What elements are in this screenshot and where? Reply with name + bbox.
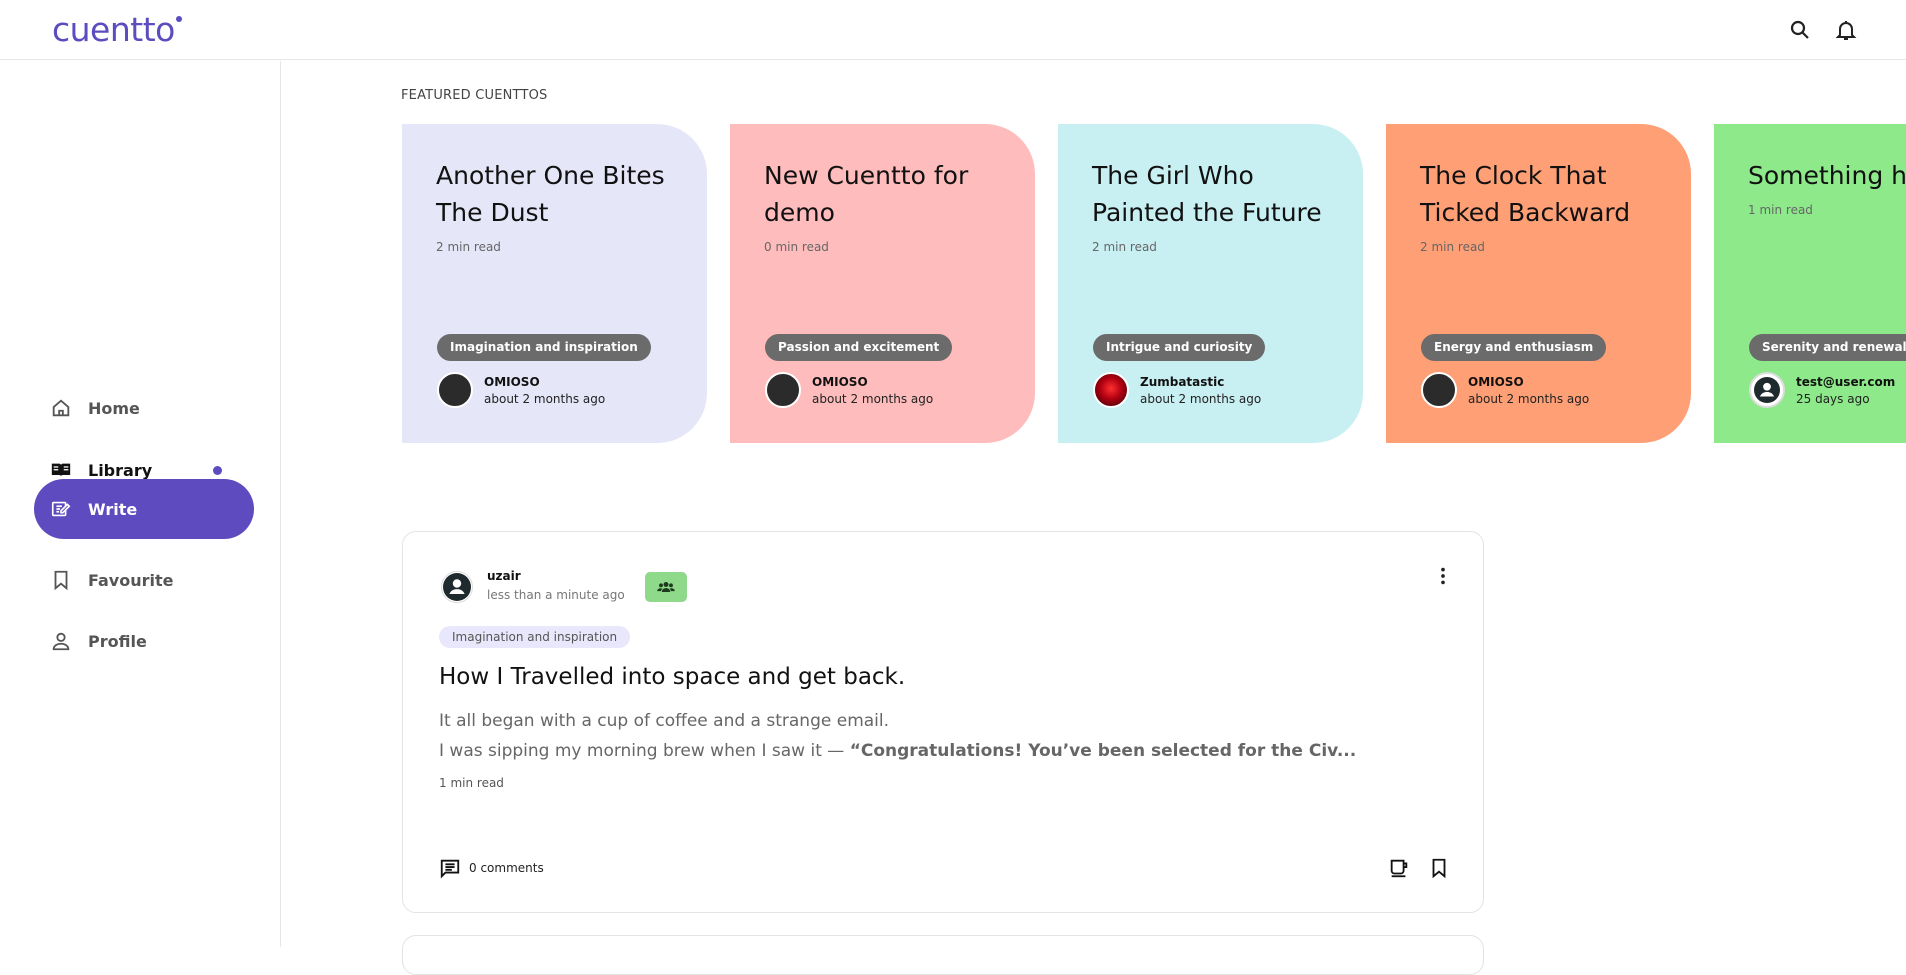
- mood-tag: Energy and enthusiasm: [1421, 334, 1607, 361]
- publish-date: about 2 months ago: [812, 391, 934, 406]
- bookmark-icon: [54, 570, 68, 591]
- post-title[interactable]: How I Travelled into space and get back.: [439, 664, 905, 690]
- featured-card[interactable]: The Clock That Ticked Backward 2 min rea…: [1386, 124, 1691, 443]
- sidebar-item-label: Library: [88, 460, 153, 480]
- mood-tag: Imagination and inspiration: [437, 334, 651, 361]
- featured-carousel: Another One Bites The Dust 2 min read Im…: [402, 124, 1906, 444]
- read-time: 2 min read: [1092, 240, 1157, 254]
- user-placeholder-icon: [443, 573, 471, 601]
- sidebar-item-label: Home: [88, 398, 140, 418]
- read-time: 1 min read: [439, 776, 504, 790]
- mood-tag: Passion and excitement: [765, 334, 953, 361]
- author-info: OMIOSO about 2 months ago: [1421, 372, 1589, 408]
- sidebar-item-home[interactable]: Home: [34, 378, 254, 438]
- avatar[interactable]: [441, 571, 473, 603]
- comments-button[interactable]: 0 comments: [439, 857, 544, 879]
- book-open-icon: [51, 463, 71, 477]
- avatar: [765, 372, 801, 408]
- author-info: Zumbatastic about 2 months ago: [1093, 372, 1261, 408]
- excerpt-line: I was sipping my morning brew when I saw…: [439, 741, 1357, 761]
- publish-date: about 2 months ago: [1468, 391, 1590, 406]
- author-name: OMIOSO: [812, 374, 868, 389]
- group-badge: [645, 572, 687, 602]
- mood-tag: Serenity and renewal: [1749, 334, 1906, 361]
- featured-card-title: Something he must be read: [1748, 161, 1906, 190]
- read-time: 1 min read: [1748, 203, 1813, 217]
- sidebar-item-favourite[interactable]: Favourite: [34, 550, 254, 610]
- write-button[interactable]: Write: [34, 479, 254, 539]
- post-card[interactable]: [402, 935, 1484, 975]
- featured-card[interactable]: The Girl Who Painted the Future 2 min re…: [1058, 124, 1363, 443]
- mood-tag: Intrigue and curiosity: [1093, 334, 1266, 361]
- excerpt-line: It all began with a cup of coffee and a …: [439, 711, 890, 731]
- featured-card-title: Another One Bites The Dust: [436, 161, 665, 227]
- author-info: OMIOSO about 2 months ago: [765, 372, 933, 408]
- sidebar-item-profile[interactable]: Profile: [34, 611, 254, 671]
- unread-dot: [213, 465, 222, 475]
- sidebar: Home Library Write Favourite Profile: [0, 61, 281, 947]
- featured-card-title: New Cuentto for demo: [764, 161, 969, 227]
- avatar: [437, 372, 473, 408]
- featured-card-title: The Clock That Ticked Backward: [1420, 161, 1631, 227]
- featured-card[interactable]: Something he must be read 1 min read Ser…: [1714, 124, 1906, 443]
- post-excerpt: It all began with a cup of coffee and a …: [439, 706, 1439, 766]
- publish-date: about 2 months ago: [484, 391, 606, 406]
- featured-card[interactable]: Another One Bites The Dust 2 min read Im…: [402, 124, 707, 443]
- user-placeholder-icon: [1754, 377, 1780, 403]
- bell-icon[interactable]: [1832, 16, 1860, 44]
- author-name: Zumbatastic: [1140, 374, 1225, 389]
- comments-count: 0 comments: [469, 861, 544, 875]
- avatar: [1421, 372, 1457, 408]
- comment-icon: [440, 859, 460, 879]
- write-icon: [51, 501, 71, 517]
- sidebar-item-label: Favourite: [88, 570, 174, 590]
- publish-date: about 2 months ago: [1140, 391, 1262, 406]
- featured-card[interactable]: New Cuentto for demo 0 min read Passion …: [730, 124, 1035, 443]
- bookmark-icon[interactable]: [1427, 856, 1451, 880]
- publish-date: 25 days ago: [1796, 391, 1870, 406]
- app-logo[interactable]: cuentto: [52, 10, 182, 49]
- author-name: OMIOSO: [484, 374, 540, 389]
- more-options-icon[interactable]: [1431, 564, 1455, 588]
- mood-tag: Imagination and inspiration: [439, 626, 631, 648]
- top-bar: cuentto: [0, 0, 1906, 60]
- author-name: test@user.com: [1796, 374, 1896, 389]
- group-icon: [657, 582, 675, 592]
- featured-card-title: The Girl Who Painted the Future: [1092, 161, 1322, 227]
- search-icon[interactable]: [1786, 16, 1814, 44]
- featured-section-title: FEATURED CUENTTOS: [401, 88, 548, 103]
- avatar: [1093, 372, 1129, 408]
- read-time: 0 min read: [764, 240, 829, 254]
- read-time: 2 min read: [1420, 240, 1485, 254]
- author-info: OMIOSO about 2 months ago: [437, 372, 605, 408]
- avatar: [1749, 372, 1785, 408]
- author-name: OMIOSO: [1468, 374, 1524, 389]
- person-icon: [52, 632, 70, 651]
- sidebar-item-label: Write: [88, 499, 138, 519]
- coffee-icon[interactable]: [1387, 856, 1411, 880]
- home-icon: [52, 399, 70, 417]
- post-time: less than a minute ago: [487, 588, 625, 602]
- sidebar-item-label: Profile: [88, 631, 147, 651]
- read-time: 2 min read: [436, 240, 501, 254]
- post-author[interactable]: uzair: [487, 569, 521, 583]
- post-card[interactable]: uzair less than a minute ago Imagination…: [402, 531, 1484, 913]
- author-info: test@user.com 25 days ago: [1749, 372, 1895, 408]
